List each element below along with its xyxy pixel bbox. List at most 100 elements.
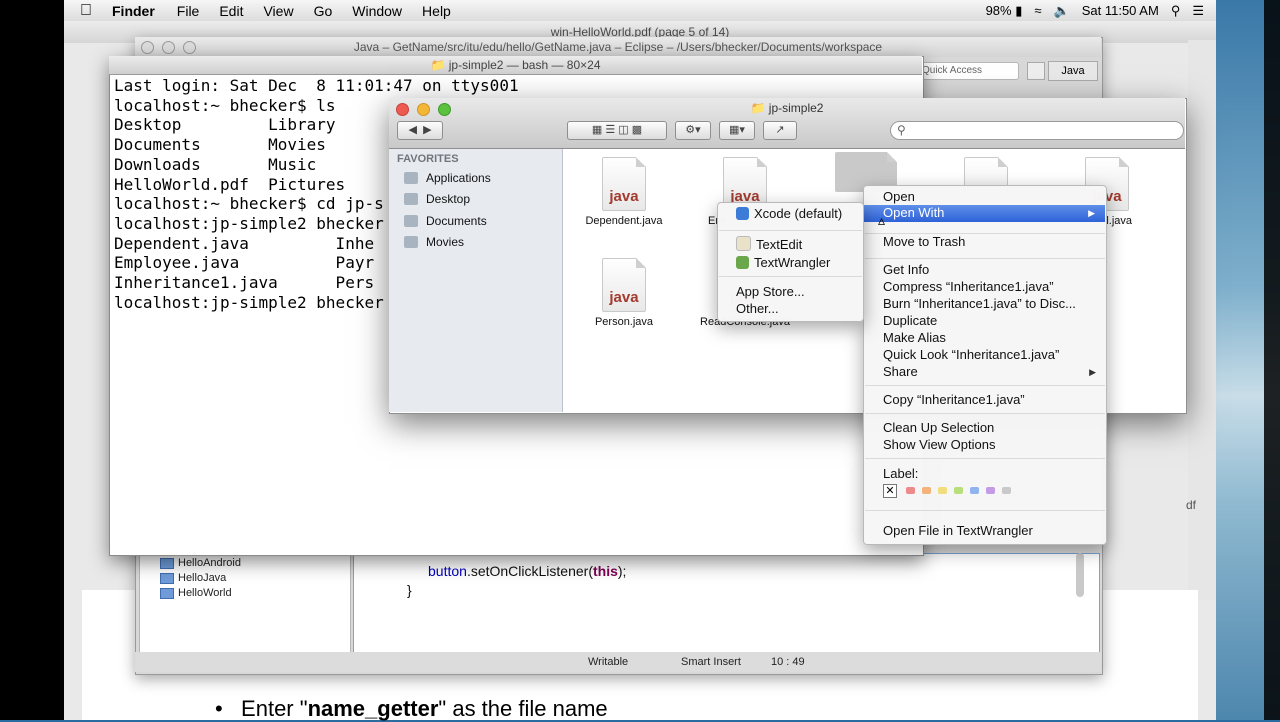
sidebar-item-applications[interactable]: Applications (404, 171, 491, 185)
sidebar-item-label: Movies (426, 235, 465, 249)
battery-icon: ▮ (1015, 2, 1023, 18)
menu-item-duplicate[interactable]: Duplicate (883, 313, 937, 328)
menu-help[interactable]: Help (412, 3, 461, 19)
back-icon[interactable]: ◀ (408, 124, 416, 136)
label-color-swatch[interactable] (906, 487, 915, 494)
submenu-item-app-store[interactable]: App Store... (736, 284, 805, 299)
menu-item-clean-up[interactable]: Clean Up Selection (883, 420, 994, 435)
label-none-button[interactable]: ✕ (883, 484, 897, 498)
menu-item-share[interactable]: Share (883, 364, 918, 379)
icon-view-icon[interactable]: ▦ (592, 124, 602, 136)
status-cursor-position: 10 : 49 (771, 656, 805, 668)
menu-item-open-in-textwrangler[interactable]: Open File in TextWrangler (883, 523, 1033, 538)
menu-separator (865, 413, 1105, 414)
list-view-icon[interactable]: ☰ (605, 124, 615, 136)
apple-icon[interactable]:  (64, 2, 108, 20)
sidebar-item-movies[interactable]: Movies (404, 235, 464, 249)
notification-center-icon[interactable]: ☰ (1192, 3, 1204, 19)
documents-icon (404, 215, 418, 227)
file-item[interactable]: java Person.java (569, 258, 679, 328)
package-explorer: HelloAndroid HelloJava HelloWorld (139, 553, 351, 653)
menu-bar:  Finder File Edit View Go Window Help 9… (64, 0, 1216, 22)
menu-item-copy[interactable]: Copy “Inheritance1.java” (883, 392, 1025, 407)
editor-scrollbar[interactable] (1076, 553, 1084, 597)
menu-item-open[interactable]: Open (883, 189, 915, 204)
tree-item[interactable]: HelloAndroid (160, 557, 241, 569)
file-item[interactable]: java Dependent.java (569, 157, 679, 227)
label-color-swatch[interactable] (938, 487, 947, 494)
label-color-swatch[interactable] (954, 487, 963, 494)
menu-view[interactable]: View (253, 3, 303, 19)
spotlight-icon[interactable]: ⚲ (1171, 3, 1181, 19)
wifi-icon[interactable]: ≈ (1034, 3, 1041, 18)
share-icon[interactable]: ↗ (763, 121, 797, 140)
battery-status[interactable]: 98% ▮ (986, 3, 1023, 19)
view-mode-buttons[interactable]: ▦ ☰ ◫ ▩ (567, 121, 667, 140)
sidebar-item-documents[interactable]: Documents (404, 214, 487, 228)
quick-access-input[interactable]: Quick Access (917, 62, 1019, 80)
menu-item-compress[interactable]: Compress “Inheritance1.java” (883, 279, 1054, 294)
menu-go[interactable]: Go (304, 3, 343, 19)
submenu-item-textwrangler[interactable]: TextWrangler (736, 255, 830, 270)
battery-percent: 98% (985, 2, 1012, 18)
menu-item-move-to-trash[interactable]: Move to Trash (883, 234, 965, 249)
column-view-icon[interactable]: ◫ (618, 124, 628, 136)
label-color-swatch[interactable] (970, 487, 979, 494)
pdf-bullet-bold: name_getter (307, 696, 439, 721)
menu-item-show-view-options[interactable]: Show View Options (883, 437, 996, 452)
menu-window[interactable]: Window (342, 3, 412, 19)
finder-title: 📁 jp-simple2 (389, 101, 1185, 115)
submenu-arrow-icon: ▶ (1088, 208, 1095, 218)
folder-icon (160, 557, 174, 569)
forward-icon[interactable]: ▶ (423, 124, 431, 136)
code-line: button.setOnClickListener(this); (428, 563, 626, 579)
desktop-icon (404, 193, 418, 205)
menu-clock[interactable]: Sat 11:50 AM (1082, 3, 1159, 18)
menu-app-name[interactable]: Finder (108, 3, 167, 19)
volume-icon[interactable]: 🔈 (1054, 3, 1070, 19)
menu-edit[interactable]: Edit (209, 3, 253, 19)
action-gear-icon[interactable]: ⚙▾ (675, 121, 711, 140)
open-with-submenu: Xcode (default) TextEdit TextWrangler Ap… (717, 202, 864, 322)
java-perspective-button[interactable]: Java (1048, 61, 1098, 81)
submenu-item-other[interactable]: Other... (736, 301, 779, 316)
close-button[interactable] (141, 41, 154, 54)
back-forward-buttons[interactable]: ◀ ▶ (397, 121, 443, 140)
minimize-button[interactable] (162, 41, 175, 54)
folder-icon (160, 572, 174, 584)
eclipse-window-controls (141, 41, 196, 54)
sidebar-item-desktop[interactable]: Desktop (404, 192, 470, 206)
pdf-bullet-suffix: " as the file name (438, 696, 608, 721)
applications-icon (404, 172, 418, 184)
menu-item-open-with[interactable]: Open With ▶ (864, 205, 1105, 222)
arrange-icon[interactable]: ▦▾ (719, 121, 755, 140)
context-menu: Open Move to Trash Get Info Compress “In… (863, 185, 1107, 545)
menu-file[interactable]: File (167, 3, 210, 19)
coverflow-view-icon[interactable]: ▩ (632, 124, 642, 136)
zoom-button[interactable] (183, 41, 196, 54)
submenu-item-label: TextEdit (756, 237, 803, 252)
menu-item-get-info[interactable]: Get Info (883, 262, 929, 277)
submenu-item-textedit[interactable]: TextEdit (736, 236, 802, 252)
submenu-item-label: TextWrangler (754, 255, 831, 270)
submenu-item-xcode[interactable]: Xcode (default) (736, 206, 842, 221)
eclipse-window-title: Java – GetName/src/itu/edu/hello/GetName… (135, 37, 1101, 57)
terminal-title: 📁 jp-simple2 — bash — 80×24 (109, 56, 922, 75)
menu-item-make-alias[interactable]: Make Alias (883, 330, 946, 345)
menu-item-burn[interactable]: Burn “Inheritance1.java” to Disc... (883, 296, 1076, 311)
screen-border-right (1264, 0, 1280, 720)
label-color-swatch[interactable] (922, 487, 931, 494)
menu-item-quick-look[interactable]: Quick Look “Inheritance1.java” (883, 347, 1059, 362)
open-perspective-icon[interactable] (1027, 62, 1045, 80)
eclipse-status-bar: Writable Smart Insert 10 : 49 (135, 652, 1101, 672)
tree-item[interactable]: HelloJava (160, 572, 226, 584)
code-line: } (407, 582, 412, 598)
java-file-icon: java (602, 258, 646, 312)
tree-item[interactable]: HelloWorld (160, 587, 232, 599)
label-color-swatch[interactable] (986, 487, 995, 494)
menu-label-heading: Label: (883, 466, 919, 481)
finder-search-input[interactable]: ⚲ (890, 121, 1184, 140)
java-file-icon: java (602, 157, 646, 211)
sidebar-item-label: Applications (426, 171, 491, 185)
label-color-swatch[interactable] (1002, 487, 1011, 494)
